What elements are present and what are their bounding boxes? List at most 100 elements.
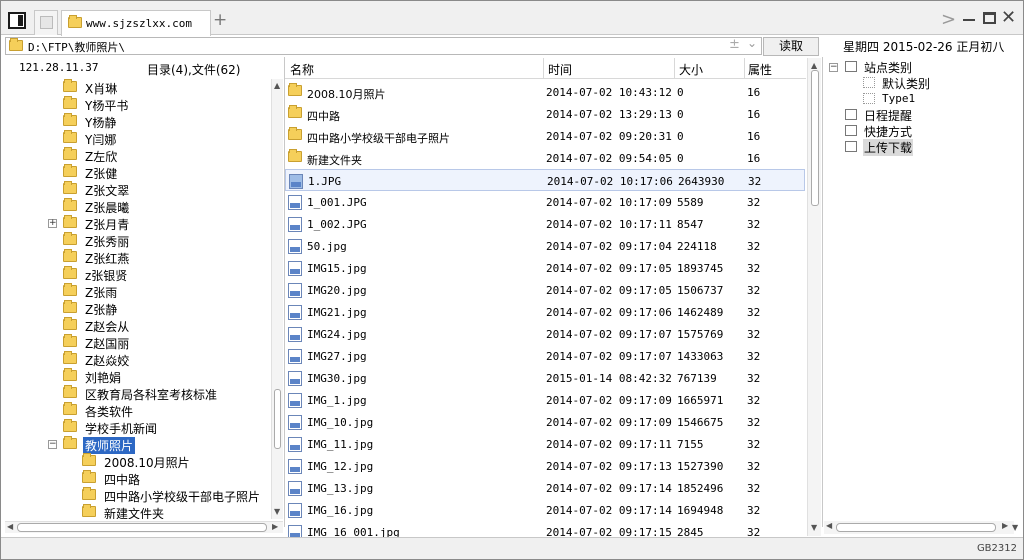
sidebar-toggle-icon[interactable] <box>8 12 26 29</box>
file-row[interactable]: 四中路 2014-07-02 13:29:13 0 16 <box>285 103 805 125</box>
scroll-down-icon[interactable]: ▼ <box>811 523 817 532</box>
tab-active[interactable]: www.sjzszlxx.com <box>61 10 211 36</box>
scroll-thumb[interactable] <box>17 523 267 532</box>
minimize-icon[interactable] <box>963 9 975 23</box>
file-list-vertical-scrollbar[interactable]: ▲ ▼ <box>807 58 821 536</box>
file-time: 2014-07-02 09:17:07 <box>546 350 672 363</box>
file-row[interactable]: 1_002.JPG 2014-07-02 10:17:11 8547 32 <box>285 213 805 235</box>
file-row[interactable]: IMG27.jpg 2014-07-02 09:17:07 1433063 32 <box>285 345 805 367</box>
collapse-icon[interactable]: − <box>829 63 838 72</box>
bookmark-plus-icon[interactable]: ± <box>729 37 740 52</box>
scroll-thumb[interactable] <box>274 389 281 449</box>
scroll-left-icon[interactable]: ◀ <box>7 522 13 531</box>
tree-item-label: 学校手机新闻 <box>85 422 158 436</box>
file-row[interactable]: 新建文件夹 2014-07-02 09:54:05 0 16 <box>285 147 805 169</box>
folder-icon <box>63 215 77 228</box>
scroll-thumb[interactable] <box>811 70 819 206</box>
file-attr: 16 <box>747 152 761 165</box>
file-time: 2014-07-02 09:20:31 <box>546 130 672 143</box>
file-name: 2008.10月照片 <box>307 88 386 101</box>
file-row[interactable]: IMG21.jpg 2014-07-02 09:17:06 1462489 32 <box>285 301 805 323</box>
image-file-icon <box>288 525 302 537</box>
site-tree[interactable]: − 站点类别 默认类别 Type1 日程提醒 快捷方式 上传下载 <box>827 59 1023 519</box>
column-divider[interactable] <box>674 58 675 79</box>
file-name: 四中路 <box>307 110 340 123</box>
file-attr: 16 <box>747 108 761 121</box>
file-row[interactable]: IMG_16.jpg 2014-07-02 09:17:14 1694948 32 <box>285 499 805 521</box>
file-row[interactable]: IMG_13.jpg 2014-07-02 09:17:14 1852496 32 <box>285 477 805 499</box>
tree-item-label: Z张文翠 <box>85 184 130 198</box>
file-name: IMG_12.jpg <box>307 460 374 473</box>
file-name: IMG_16.jpg <box>307 504 374 517</box>
column-divider[interactable] <box>744 58 745 79</box>
folder-icon <box>63 436 77 449</box>
image-file-icon <box>288 371 302 386</box>
file-row[interactable]: IMG20.jpg 2014-07-02 09:17:05 1506737 32 <box>285 279 805 301</box>
address-bar[interactable]: D:\FTP\教师照片\ ± ⌄ <box>5 36 762 55</box>
chevron-down-icon[interactable]: ⌄ <box>747 36 757 50</box>
folder-icon <box>63 317 77 330</box>
expand-icon[interactable]: + <box>48 219 57 228</box>
image-file-icon <box>288 481 302 496</box>
column-attr[interactable]: 属性 <box>748 61 772 78</box>
file-row[interactable]: IMG_16_001.jpg 2014-07-02 09:17:15 2845 32 <box>285 521 805 537</box>
scroll-right-icon[interactable]: ▶ <box>272 522 278 531</box>
scroll-up-icon[interactable]: ▲ <box>811 61 817 70</box>
column-divider[interactable] <box>543 58 544 79</box>
file-row[interactable]: IMG_10.jpg 2014-07-02 09:17:09 1546675 32 <box>285 411 805 433</box>
file-attr: 32 <box>747 328 761 341</box>
close-icon[interactable]: ✕ <box>1001 7 1016 28</box>
file-row[interactable]: 1_001.JPG 2014-07-02 10:17:09 5589 32 <box>285 191 805 213</box>
new-tab-button[interactable]: + <box>213 12 227 29</box>
folder-icon <box>63 96 77 109</box>
column-size[interactable]: 大小 <box>679 61 703 78</box>
scroll-down-icon[interactable]: ▼ <box>1012 523 1018 532</box>
file-name: IMG24.jpg <box>307 328 367 341</box>
file-row[interactable]: IMG24.jpg 2014-07-02 09:17:07 1575769 32 <box>285 323 805 345</box>
tree-item-label: Z张秀丽 <box>85 235 130 249</box>
file-time: 2014-07-02 09:17:15 <box>546 526 672 537</box>
divider <box>822 57 823 527</box>
file-row[interactable]: IMG_1.jpg 2014-07-02 09:17:09 1665971 32 <box>285 389 805 411</box>
scroll-down-icon[interactable]: ▼ <box>274 507 280 516</box>
tree-item-label: X肖琳 <box>85 82 118 96</box>
scroll-thumb[interactable] <box>836 523 996 532</box>
tab-blank[interactable] <box>34 10 58 35</box>
tree-item-label: z张银贤 <box>85 269 128 283</box>
tree-horizontal-scrollbar[interactable]: ◀ ▶ <box>5 521 283 533</box>
site-horizontal-scrollbar[interactable]: ◀ ▶ <box>824 521 1014 534</box>
file-time: 2014-07-02 09:17:14 <box>546 482 672 495</box>
file-row[interactable]: 1.JPG 2014-07-02 10:17:06 2643930 32 <box>285 169 805 191</box>
file-row[interactable]: IMG_12.jpg 2014-07-02 09:17:13 1527390 32 <box>285 455 805 477</box>
file-row[interactable]: 50.jpg 2014-07-02 09:17:04 224118 32 <box>285 235 805 257</box>
file-name: IMG_10.jpg <box>307 416 374 429</box>
file-size: 0 <box>677 108 684 121</box>
file-time: 2014-07-02 10:17:09 <box>546 196 672 209</box>
scroll-right-icon[interactable]: ▶ <box>1002 521 1008 530</box>
file-row[interactable]: 四中路小学校级干部电子照片 2014-07-02 09:20:31 0 16 <box>285 125 805 147</box>
scroll-up-icon[interactable]: ▲ <box>274 81 280 90</box>
file-row[interactable]: 2008.10月照片 2014-07-02 10:43:12 0 16 <box>285 81 805 103</box>
maximize-icon[interactable] <box>983 12 996 24</box>
tree-vertical-scrollbar[interactable]: ▲ ▼ <box>271 79 283 519</box>
column-name[interactable]: 名称 <box>290 61 314 78</box>
scroll-left-icon[interactable]: ◀ <box>826 521 832 530</box>
collapse-icon[interactable]: − <box>48 440 57 449</box>
folder-icon <box>82 470 96 483</box>
folder-tree[interactable]: X肖琳 Y杨平书 Y杨静 Y闫娜 Z左欣 Z张健 Z张文翠 Z张晨曦 + Z张月青 Z张秀丽 Z张红燕… <box>5 79 271 519</box>
file-row[interactable]: IMG_11.jpg 2014-07-02 09:17:11 7155 32 <box>285 433 805 455</box>
image-file-icon <box>288 349 302 364</box>
image-file-icon <box>288 437 302 452</box>
forward-arrow-icon[interactable]: > <box>941 9 956 30</box>
image-file-icon <box>289 174 303 189</box>
file-row[interactable]: IMG15.jpg 2014-07-02 09:17:05 1893745 32 <box>285 257 805 279</box>
read-button[interactable]: 读取 <box>763 37 819 56</box>
folder-icon <box>63 402 77 415</box>
column-time[interactable]: 时间 <box>548 61 572 78</box>
file-list[interactable]: 2008.10月照片 2014-07-02 10:43:12 0 16 四中路 2014-… <box>285 81 806 537</box>
site-tree-label: Type1 <box>882 92 916 105</box>
file-row[interactable]: IMG30.jpg 2015-01-14 08:42:32 767139 32 <box>285 367 805 389</box>
file-attr: 16 <box>747 130 761 143</box>
address-path[interactable]: D:\FTP\教师照片\ <box>28 39 125 55</box>
file-size: 7155 <box>677 438 704 451</box>
